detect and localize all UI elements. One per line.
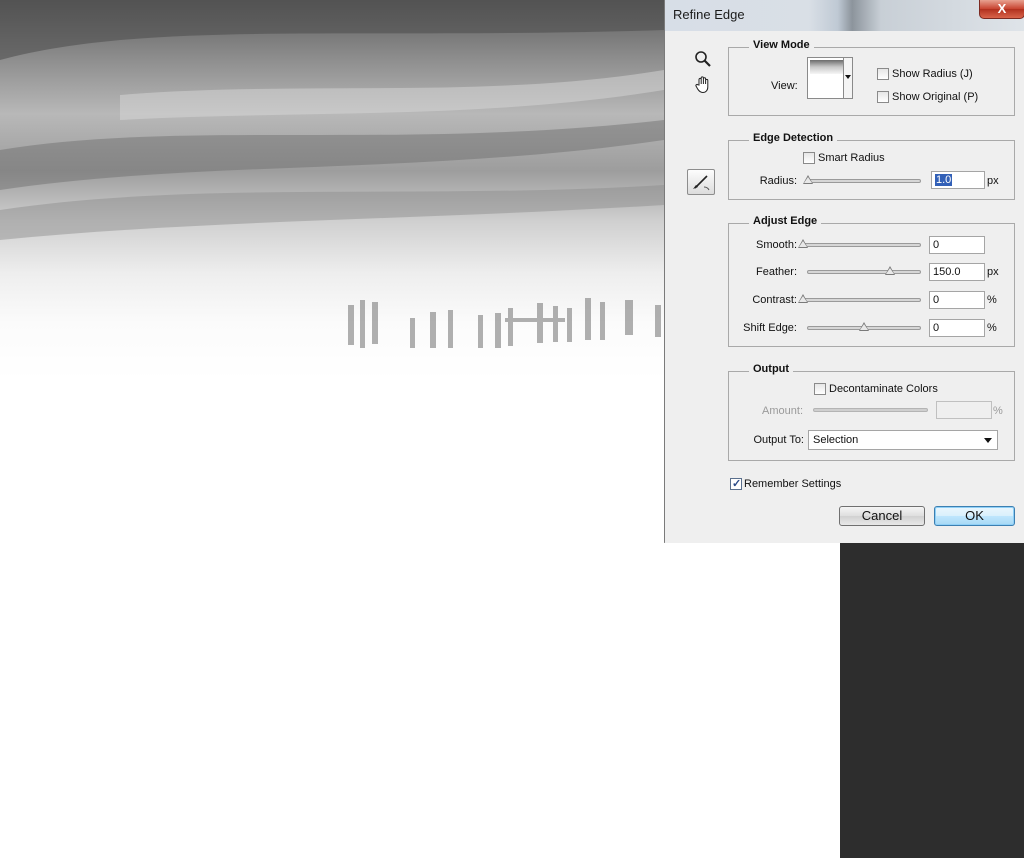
checkmark-icon: ✓ — [732, 478, 742, 490]
output-to-label: Output To: — [753, 434, 804, 446]
feather-input[interactable]: 150.0 — [929, 263, 985, 281]
shift-edge-label: Shift Edge: — [743, 322, 797, 334]
hand-icon — [695, 76, 709, 94]
refine-edge-dialog: Refine Edge X View Mode View: Show Radiu… — [664, 0, 1024, 543]
contrast-input[interactable]: 0 — [929, 291, 985, 309]
view-label: View: — [771, 80, 798, 92]
smooth-slider[interactable] — [798, 239, 921, 248]
zoom-icon — [695, 51, 711, 67]
output-group: Output Decontaminate Colors Amount: % Ou… — [728, 363, 1015, 461]
dark-panel-background — [840, 543, 1024, 858]
feather-slider-thumb[interactable] — [884, 266, 895, 275]
amount-input — [936, 401, 992, 419]
refine-radius-tool[interactable] — [687, 169, 715, 195]
remember-settings-checkbox[interactable]: ✓ — [730, 478, 742, 490]
zoom-tool[interactable] — [691, 47, 715, 71]
amount-unit: % — [993, 405, 1003, 417]
contrast-label: Contrast: — [752, 294, 797, 306]
smart-radius-checkbox[interactable] — [803, 152, 815, 164]
smooth-slider-thumb[interactable] — [798, 239, 808, 248]
close-button[interactable]: X — [979, 0, 1024, 19]
feather-slider[interactable] — [807, 266, 921, 275]
radius-input[interactable]: 1.0 — [931, 171, 985, 189]
shift-edge-unit: % — [987, 322, 997, 334]
smooth-input[interactable]: 0 — [929, 236, 985, 254]
radius-slider[interactable] — [803, 175, 921, 184]
chevron-down-icon — [984, 438, 992, 443]
hand-tool[interactable] — [691, 73, 715, 97]
contrast-slider[interactable] — [798, 294, 921, 303]
cancel-button[interactable]: Cancel — [839, 506, 925, 526]
dialog-title: Refine Edge — [673, 7, 745, 22]
title-bar[interactable]: Refine Edge X — [665, 0, 1024, 31]
show-radius-checkbox[interactable] — [877, 68, 889, 80]
shift-edge-slider-thumb[interactable] — [859, 322, 869, 331]
adjust-edge-group: Adjust Edge Smooth: 0 Feather: 150.0 px … — [728, 215, 1015, 347]
ok-button[interactable]: OK — [934, 506, 1015, 526]
feather-label: Feather: — [756, 266, 797, 278]
output-legend: Output — [749, 363, 794, 375]
smooth-label: Smooth: — [756, 239, 797, 251]
contrast-unit: % — [987, 294, 997, 306]
refine-radius-brush-icon — [693, 175, 710, 191]
edge-detection-group: Edge Detection Smart Radius Radius: 1.0 … — [728, 132, 1015, 200]
show-original-checkbox[interactable] — [877, 91, 889, 103]
radius-slider-thumb[interactable] — [803, 175, 813, 184]
dialog-content: View Mode View: Show Radius (J) Show Ori… — [665, 31, 1024, 543]
contrast-slider-thumb[interactable] — [798, 294, 808, 303]
close-icon: X — [997, 1, 1007, 16]
decontaminate-colors-checkbox[interactable] — [814, 383, 826, 395]
output-to-select[interactable]: Selection — [808, 430, 998, 450]
show-original-label: Show Original (P) — [892, 91, 979, 103]
amount-label: Amount: — [762, 405, 803, 417]
chevron-down-icon — [843, 58, 852, 98]
shift-edge-slider[interactable] — [807, 322, 921, 331]
output-to-value: Selection — [813, 434, 859, 446]
view-mode-group: View Mode View: Show Radius (J) Show Ori… — [728, 39, 1015, 116]
decontaminate-colors-label: Decontaminate Colors — [829, 383, 938, 395]
smart-radius-label: Smart Radius — [818, 152, 885, 164]
view-mode-dropdown[interactable] — [807, 57, 853, 99]
shift-edge-input[interactable]: 0 — [929, 319, 985, 337]
radius-unit: px — [987, 175, 999, 187]
edge-detection-legend: Edge Detection — [749, 132, 838, 144]
remember-settings-label: Remember Settings — [744, 478, 842, 490]
adjust-edge-legend: Adjust Edge — [749, 215, 822, 227]
amount-slider — [813, 408, 928, 412]
radius-label: Radius: — [759, 175, 797, 187]
canvas-photo — [0, 0, 664, 380]
show-radius-label: Show Radius (J) — [892, 68, 973, 80]
feather-unit: px — [987, 266, 999, 278]
view-mode-legend: View Mode — [749, 39, 814, 51]
